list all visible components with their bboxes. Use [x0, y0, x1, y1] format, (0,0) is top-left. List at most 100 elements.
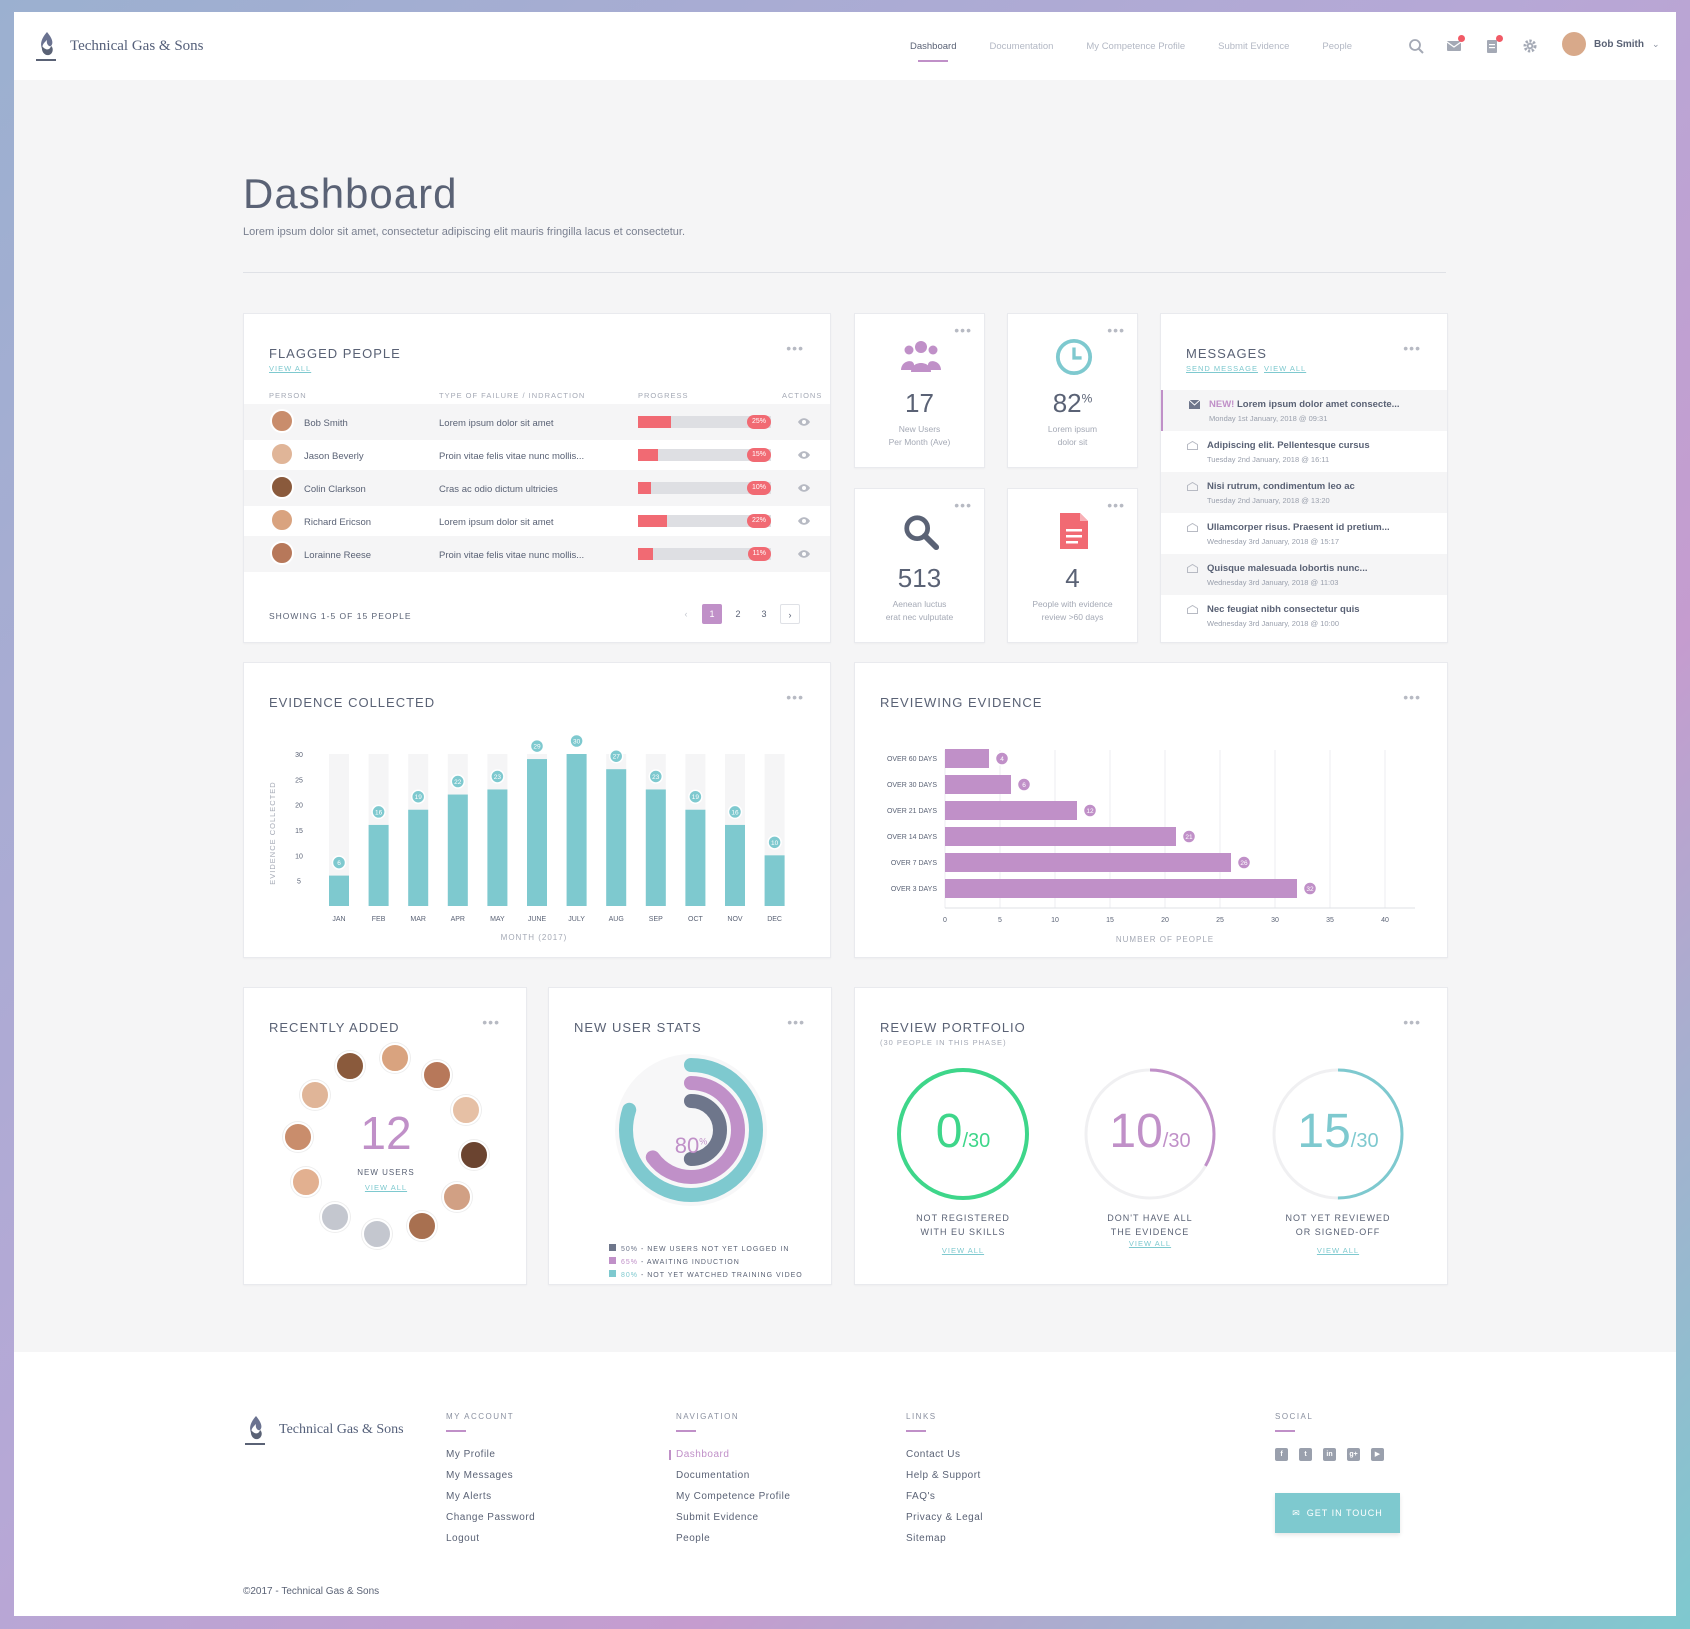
- more-menu-icon[interactable]: •••: [1107, 322, 1125, 338]
- logo[interactable]: Technical Gas & Sons: [34, 30, 204, 62]
- mail-icon[interactable]: [1446, 35, 1465, 54]
- footer-link[interactable]: Help & Support: [906, 1470, 981, 1481]
- message-item[interactable]: Quisque malesuada lobortis nunc... Wednes…: [1161, 554, 1447, 595]
- table-row[interactable]: Lorainne Reese Proin vitae felis vitae nu…: [244, 536, 830, 572]
- view-all-link[interactable]: VIEW ALL: [1270, 1246, 1406, 1255]
- page-2-button[interactable]: 2: [728, 604, 748, 624]
- footer-link[interactable]: Privacy & Legal: [906, 1512, 983, 1523]
- eye-icon[interactable]: [798, 416, 810, 428]
- page-next-button[interactable]: ›: [780, 604, 800, 624]
- get-in-touch-button[interactable]: ✉ GET IN TOUCH: [1275, 1493, 1400, 1533]
- bar[interactable]: [527, 759, 547, 906]
- avatar[interactable]: [362, 1218, 393, 1249]
- bar[interactable]: [566, 754, 587, 906]
- eye-icon[interactable]: [798, 482, 810, 494]
- facebook-icon[interactable]: f: [1275, 1448, 1288, 1461]
- message-item[interactable]: Ullamcorper risus. Praesent id pretium..…: [1161, 513, 1447, 554]
- view-all-link[interactable]: VIEW ALL: [895, 1246, 1031, 1255]
- nav-dashboard[interactable]: Dashboard: [910, 12, 956, 80]
- gear-icon[interactable]: [1522, 38, 1538, 54]
- view-all-link[interactable]: VIEW ALL: [244, 1183, 528, 1192]
- more-menu-icon[interactable]: •••: [954, 322, 972, 338]
- bar[interactable]: [408, 809, 429, 906]
- view-all-link[interactable]: VIEW ALL: [1264, 364, 1306, 373]
- footer-link[interactable]: Submit Evidence: [676, 1512, 759, 1523]
- avatar[interactable]: [422, 1059, 453, 1090]
- avatar[interactable]: [407, 1211, 438, 1242]
- avatar[interactable]: [334, 1050, 365, 1081]
- portfolio-gauge[interactable]: 15/30 NOT YET REVIEWED OR SIGNED-OFF VIEW A…: [1270, 1066, 1406, 1276]
- portfolio-gauge[interactable]: 10/30 DON'T HAVE ALL THE EVIDENCE VIEW ALL: [1082, 1066, 1218, 1276]
- table-row[interactable]: Colin Clarkson Cras ac odio dictum ultric…: [244, 470, 830, 506]
- youtube-icon[interactable]: ▶: [1371, 1448, 1384, 1461]
- footer-link[interactable]: Contact Us: [906, 1449, 960, 1460]
- bar[interactable]: [945, 801, 1077, 820]
- bar[interactable]: [945, 827, 1176, 846]
- eye-icon[interactable]: [798, 548, 810, 560]
- user-menu[interactable]: Bob Smith ⌄: [1562, 32, 1660, 56]
- footer-link[interactable]: Documentation: [676, 1470, 750, 1481]
- avatar[interactable]: [319, 1202, 350, 1233]
- bar[interactable]: [945, 853, 1231, 872]
- google-plus-icon[interactable]: g+: [1347, 1448, 1360, 1461]
- clipboard-icon[interactable]: [1484, 35, 1503, 54]
- nav-competence-profile[interactable]: My Competence Profile: [1086, 12, 1185, 80]
- message-item[interactable]: Nec feugiat nibh consectetur quis Wednesd…: [1161, 595, 1447, 636]
- table-row[interactable]: Bob Smith Lorem ipsum dolor sit amet 25%: [244, 404, 830, 440]
- message-item[interactable]: Nisi rutrum, condimentum leo ac Tuesday 2…: [1161, 472, 1447, 513]
- nav-submit-evidence[interactable]: Submit Evidence: [1218, 12, 1289, 80]
- more-menu-icon[interactable]: •••: [1107, 497, 1125, 513]
- send-message-link[interactable]: SEND MESSAGE: [1186, 364, 1258, 373]
- footer-link[interactable]: Logout: [446, 1533, 480, 1544]
- bar[interactable]: [368, 824, 389, 906]
- footer-link[interactable]: My Messages: [446, 1470, 513, 1481]
- bar-value-label: 16: [375, 809, 383, 816]
- footer-link[interactable]: Dashboard: [676, 1449, 729, 1460]
- footer-link[interactable]: My Profile: [446, 1449, 495, 1460]
- bar[interactable]: [645, 789, 666, 906]
- bar[interactable]: [447, 794, 468, 906]
- eye-icon[interactable]: [798, 449, 810, 461]
- bar[interactable]: [329, 875, 349, 906]
- twitter-icon[interactable]: t: [1299, 1448, 1312, 1461]
- bar[interactable]: [945, 775, 1011, 794]
- footer-link[interactable]: Sitemap: [906, 1533, 946, 1544]
- table-row[interactable]: Richard Ericson Lorem ipsum dolor sit ame…: [244, 503, 830, 539]
- portfolio-gauge[interactable]: 0/30 NOT REGISTERED WITH EU SKILLS VIEW ALL: [895, 1066, 1031, 1276]
- page-1-button[interactable]: 1: [702, 604, 722, 624]
- linkedin-icon[interactable]: in: [1323, 1448, 1336, 1461]
- footer-link[interactable]: Change Password: [446, 1512, 535, 1523]
- message-item[interactable]: Adipiscing elit. Pellentesque cursus Tues…: [1161, 431, 1447, 472]
- footer-link[interactable]: FAQ's: [906, 1491, 935, 1502]
- search-icon[interactable]: [1408, 38, 1424, 54]
- more-menu-icon[interactable]: •••: [1403, 689, 1421, 705]
- view-all-link[interactable]: VIEW ALL: [269, 364, 311, 373]
- more-menu-icon[interactable]: •••: [1403, 340, 1421, 356]
- bar[interactable]: [945, 879, 1297, 898]
- more-menu-icon[interactable]: •••: [482, 1014, 500, 1030]
- bar[interactable]: [685, 809, 706, 906]
- more-menu-icon[interactable]: •••: [786, 340, 804, 356]
- page-3-button[interactable]: 3: [754, 604, 774, 624]
- message-item[interactable]: NEW! Lorem ipsum dolor amet consecte... M…: [1161, 390, 1447, 431]
- nav-people[interactable]: People: [1322, 12, 1352, 80]
- more-menu-icon[interactable]: •••: [954, 497, 972, 513]
- bar[interactable]: [725, 824, 745, 906]
- avatar[interactable]: [379, 1043, 410, 1074]
- footer-logo[interactable]: Technical Gas & Sons: [243, 1414, 404, 1446]
- page-prev-button[interactable]: ‹: [676, 604, 696, 624]
- more-menu-icon[interactable]: •••: [786, 689, 804, 705]
- bar[interactable]: [487, 789, 508, 906]
- more-menu-icon[interactable]: •••: [787, 1014, 805, 1030]
- footer-link[interactable]: My Competence Profile: [676, 1491, 790, 1502]
- footer-link[interactable]: My Alerts: [446, 1491, 492, 1502]
- table-row[interactable]: Jason Beverly Proin vitae felis vitae nun…: [244, 437, 830, 473]
- view-all-link[interactable]: VIEW ALL: [1082, 1239, 1218, 1248]
- bar[interactable]: [945, 749, 989, 768]
- footer-link[interactable]: People: [676, 1533, 710, 1544]
- more-menu-icon[interactable]: •••: [1403, 1014, 1421, 1030]
- eye-icon[interactable]: [798, 515, 810, 527]
- bar[interactable]: [764, 855, 785, 906]
- bar[interactable]: [606, 769, 627, 906]
- nav-documentation[interactable]: Documentation: [989, 12, 1053, 80]
